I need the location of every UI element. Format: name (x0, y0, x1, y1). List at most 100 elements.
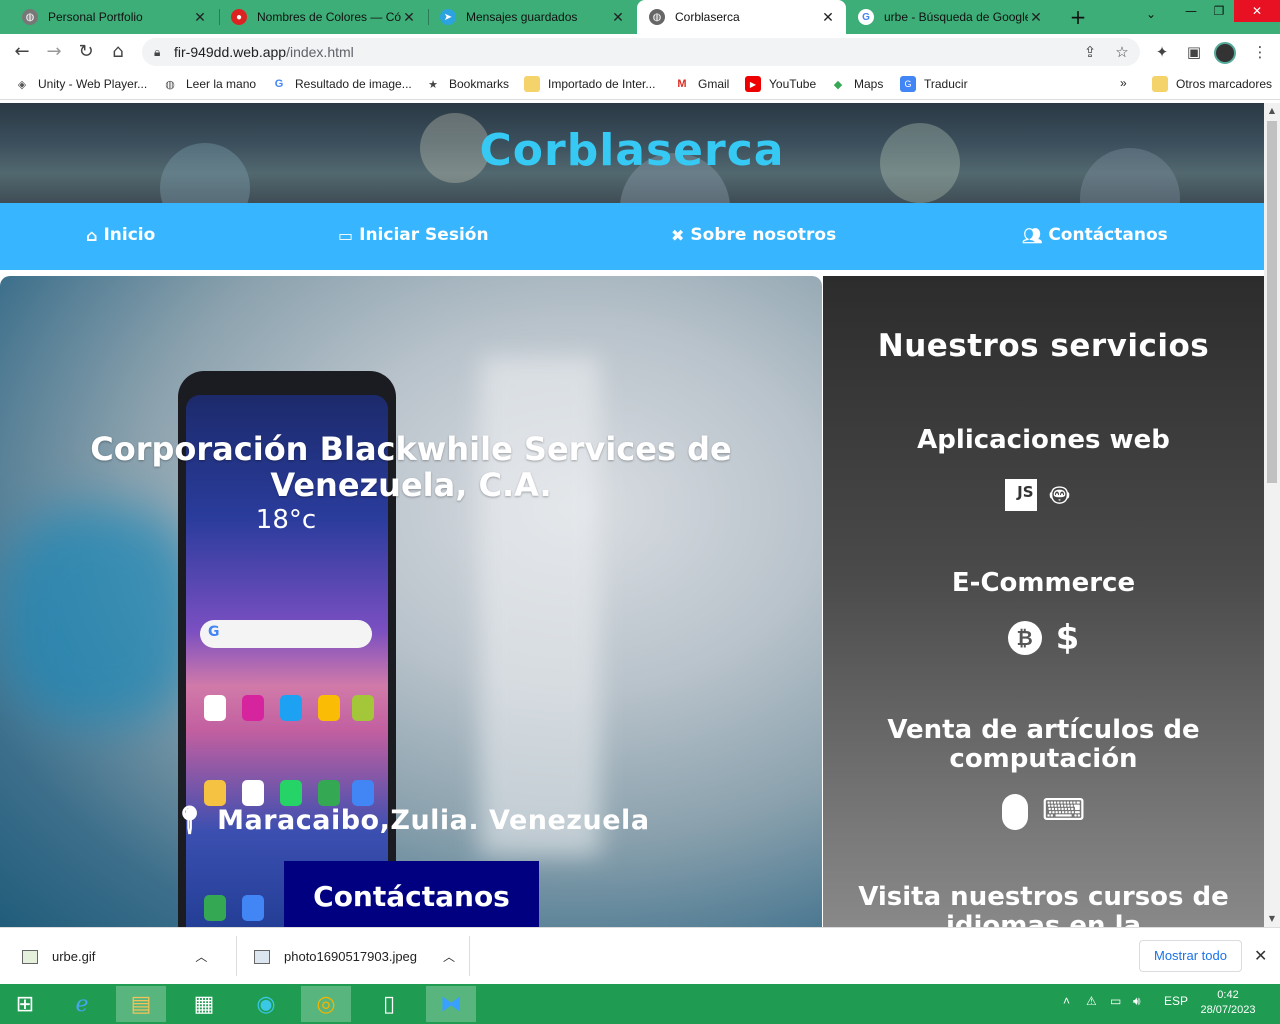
services-panel: Nuestros servicios Aplicaciones web JS 🤖… (823, 276, 1264, 927)
bookmark-star-icon[interactable]: ☆ (1112, 42, 1132, 62)
maps-icon (318, 780, 340, 806)
bookmarks-bar: ◈ Unity - Web Player... ◍ Leer la mano G Re… (0, 70, 1280, 100)
tab-corblaserca[interactable]: ◍ Corblaserca ✕ (637, 0, 846, 34)
nav-label: Inicio (103, 225, 156, 245)
bookmark-youtube[interactable]: ▶ YouTube (745, 76, 816, 92)
nav-inicio[interactable]: ⌂ Inicio (86, 225, 155, 245)
contact-cta-button[interactable]: Contáctanos (284, 861, 539, 927)
nav-label: Contáctanos (1048, 225, 1168, 245)
bookmark-leer-la-mano[interactable]: ◍ Leer la mano (162, 76, 256, 92)
taskbar-clock[interactable]: 0:42 28/07/2023 (1198, 988, 1258, 1018)
close-icon[interactable]: ✕ (401, 9, 417, 26)
tab-personal-portfolio[interactable]: ◍ Personal Portfolio ✕ (10, 0, 218, 34)
chevron-up-icon[interactable]: ︿ (443, 948, 455, 965)
bookmark-importado[interactable]: Importado de Inter... (524, 76, 655, 92)
dollar-icon: $ (1055, 618, 1080, 658)
page-scrollbar[interactable]: ▲ ▼ (1264, 103, 1280, 927)
hero-title: Corporación Blackwhile Services de Venez… (90, 430, 732, 504)
forward-button[interactable]: → (42, 40, 66, 64)
bookmark-label: Gmail (698, 77, 730, 91)
bookmark-gmail[interactable]: M Gmail (674, 76, 729, 92)
bookmark-bookmarks[interactable]: ★ Bookmarks (425, 76, 509, 92)
bookmarks-overflow-button[interactable]: » (1120, 76, 1127, 90)
edge-icon[interactable]: ◉ (241, 986, 291, 1022)
close-icon[interactable]: ✕ (820, 9, 836, 26)
vscode-icon[interactable]: ⧓ (426, 986, 476, 1022)
globe-icon: ◍ (22, 9, 38, 25)
location-text: Maracaibo,Zulia. Venezuela (217, 805, 650, 836)
lock-icon: 🔒︎ (154, 45, 161, 59)
folder-icon (524, 76, 540, 92)
tab-title: urbe - Búsqueda de Google (884, 10, 1028, 24)
whatsapp-icon (280, 780, 302, 806)
volume-icon[interactable]: 🔊︎ (1133, 994, 1141, 1009)
scroll-thumb[interactable] (1267, 121, 1277, 483)
download-filename: photo1690517903.jpeg (284, 949, 418, 964)
site-title[interactable]: Corblaserca (0, 125, 1264, 176)
restore-button[interactable]: ❐ (1204, 0, 1234, 22)
network-icon[interactable]: ⚠ (1086, 994, 1097, 1008)
gmail-icon: M (677, 78, 687, 90)
windows-start-icon[interactable]: ⊞ (0, 986, 50, 1022)
clock-date: 28/07/2023 (1200, 1004, 1256, 1016)
bookmark-unity[interactable]: ◈ Unity - Web Player... (14, 76, 147, 92)
tab-search-button[interactable]: ⌄ (1146, 7, 1156, 21)
store-icon[interactable]: ▦ (179, 986, 229, 1022)
bookmark-label: Bookmarks (449, 77, 510, 91)
bookmark-label: Maps (854, 77, 884, 91)
tab-nombres-colores[interactable]: ● Nombres de Colores — Códi ✕ (219, 0, 427, 34)
tray-expand-icon[interactable]: ˄ (1063, 994, 1070, 1008)
scroll-down-arrow[interactable]: ▼ (1264, 911, 1280, 927)
service-icons: ⌨ (823, 794, 1264, 830)
service-web-apps: Aplicaciones web (917, 425, 1170, 455)
play-store-icon (352, 780, 374, 806)
download-item-urbe[interactable]: urbe.gif ︿ (22, 928, 207, 985)
file-explorer-icon[interactable]: ▤ (116, 986, 166, 1022)
extensions-icon[interactable]: ✦ (1152, 42, 1172, 62)
unity-icon: ◈ (17, 78, 27, 91)
notepad-icon[interactable]: ▯ (364, 986, 414, 1022)
internet-explorer-icon[interactable]: ℯ (57, 986, 107, 1022)
language-indicator[interactable]: ESP (1164, 994, 1188, 1008)
maps-icon: ◆ (833, 78, 843, 91)
android-icon: 🤖︎ (1050, 478, 1069, 513)
nav-contactanos[interactable]: 👥︎ Contáctanos (1022, 225, 1168, 245)
close-icon[interactable]: ✕ (192, 9, 208, 26)
home-icon: ⌂ (86, 225, 98, 245)
scroll-up-arrow[interactable]: ▲ (1264, 103, 1280, 119)
close-icon[interactable]: ✕ (1028, 9, 1044, 26)
nav-iniciar-sesion[interactable]: ▭ Iniciar Sesión (338, 225, 489, 245)
tab-urbe-google[interactable]: G urbe - Búsqueda de Google ✕ (846, 0, 1054, 34)
chevron-up-icon[interactable]: ︿ (195, 948, 207, 965)
download-item-photo[interactable]: photo1690517903.jpeg ︿ (254, 928, 455, 985)
bookmark-maps[interactable]: ◆ Maps (830, 76, 884, 92)
share-icon[interactable]: ⇪ (1080, 42, 1100, 62)
minimize-button[interactable]: — (1176, 0, 1206, 22)
browser-toolbar: ← → ↻ ⌂ 🔒︎ fir-949dd.web.app/index.html … (0, 34, 1280, 70)
close-window-button[interactable]: ✕ (1234, 0, 1280, 22)
image-file-icon (22, 949, 38, 964)
new-tab-button[interactable]: + (1066, 5, 1090, 29)
avatar[interactable] (1214, 42, 1236, 64)
home-button[interactable]: ⌂ (106, 40, 130, 64)
menu-icon[interactable]: ⋮ (1250, 42, 1270, 62)
show-all-downloads-button[interactable]: Mostrar todo (1139, 940, 1242, 972)
side-panel-icon[interactable]: ▣ (1184, 42, 1204, 62)
display-icon[interactable]: ▭ (1110, 994, 1121, 1008)
tab-mensajes-guardados[interactable]: ➤ Mensajes guardados ✕ (428, 0, 636, 34)
close-icon[interactable]: ✕ (1254, 946, 1267, 965)
other-bookmarks[interactable]: Otros marcadores (1152, 76, 1272, 92)
bookmark-resultado-imagen[interactable]: G Resultado de image... (271, 76, 412, 92)
address-bar[interactable]: 🔒︎ fir-949dd.web.app/index.html ⇪ ☆ (142, 38, 1140, 66)
reload-button[interactable]: ↻ (74, 40, 98, 64)
bookmark-traducir[interactable]: G Traducir (900, 76, 968, 92)
back-button[interactable]: ← (10, 40, 34, 64)
chrome-icon[interactable]: ◎ (301, 986, 351, 1022)
nav-label: Iniciar Sesión (359, 225, 489, 245)
bitcoin-icon: ₿ (1007, 621, 1042, 655)
nav-sobre-nosotros[interactable]: ✖ Sobre nosotros (671, 225, 836, 245)
close-icon[interactable]: ✕ (610, 9, 626, 26)
bookmark-label: Importado de Inter... (548, 77, 656, 91)
tab-title: Mensajes guardados (466, 10, 578, 24)
youtube-icon: ▶ (745, 76, 761, 92)
